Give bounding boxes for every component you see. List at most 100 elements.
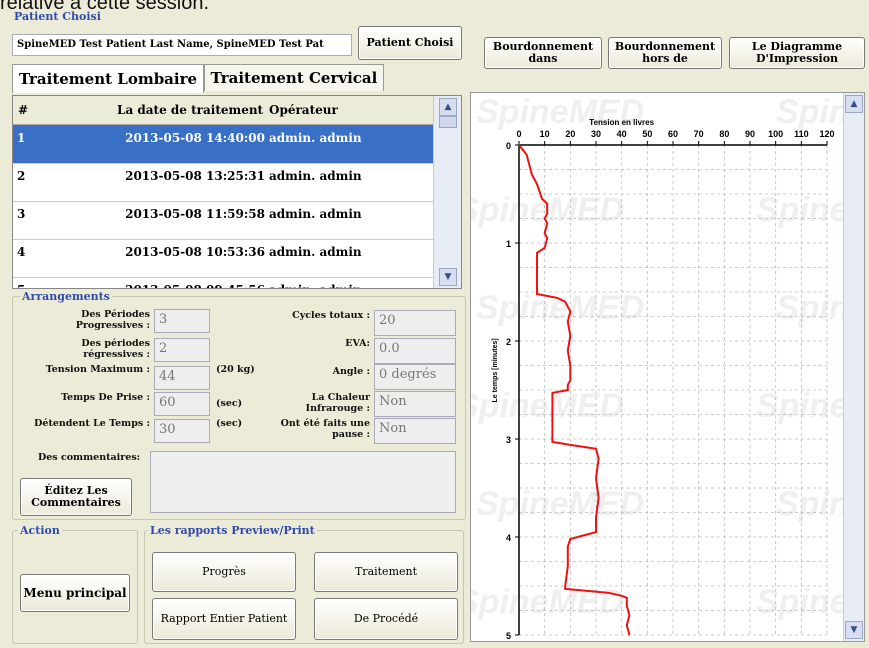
settings-label: Arrangements (20, 290, 112, 303)
chart-panel: SpineMEDSpineMEDSpineMEDSpineMEDSpineMED… (456, 92, 869, 642)
row-operator: admin. admin (269, 283, 362, 288)
watermark-text: SpineMED (476, 485, 644, 523)
row-operator: admin. admin (269, 207, 362, 221)
progressive-periods-field[interactable]: 3 (154, 309, 210, 333)
table-row[interactable]: 5 2013-05-08 09:45:56 admin. admin (13, 277, 433, 288)
header-operator: Opérateur (269, 103, 338, 117)
eva-label: EVA: (345, 338, 370, 349)
row-operator: admin. admin (269, 131, 362, 145)
x-tick-label: 90 (745, 129, 755, 139)
scroll-up-icon[interactable]: ▲ (439, 98, 457, 116)
chart-scrollbar[interactable]: ▲ ▼ (843, 93, 864, 641)
hold-time-field[interactable]: 60 (154, 392, 210, 416)
buzzer-off-button[interactable]: Bourdonnement hors de (608, 37, 722, 69)
treatment-report-button[interactable]: Traitement (314, 552, 458, 592)
print-chart-button[interactable]: Le Diagramme D'Impression (729, 37, 865, 69)
chart-scroll-up-icon[interactable]: ▲ (845, 95, 863, 113)
row-date: 2013-05-08 09:45:56 (103, 283, 265, 288)
edit-comments-button[interactable]: Éditez Les Commentaires (20, 478, 132, 516)
y-tick-label: 0 (506, 141, 511, 151)
header-date: La date de traitement (117, 103, 264, 117)
relax-time-field[interactable]: 30 (154, 419, 210, 443)
x-tick-label: 80 (719, 129, 729, 139)
infrared-field[interactable]: Non (374, 391, 456, 417)
hold-time-label: Temps De Prise : (61, 392, 150, 403)
row-operator: admin. admin (269, 169, 362, 183)
regressive-periods-field[interactable]: 2 (154, 338, 210, 362)
reports-label: Les rapports Preview/Print (148, 524, 317, 537)
paused-field[interactable]: Non (374, 418, 456, 444)
x-tick-label: 10 (540, 129, 550, 139)
table-scrollbar[interactable]: ▲ ▼ (433, 96, 461, 288)
full-patient-report-button[interactable]: Rapport Entier Patient (152, 598, 296, 640)
row-number: 4 (17, 245, 26, 259)
tension-chart: SpineMEDSpineMEDSpineMEDSpineMEDSpineMED… (456, 93, 869, 641)
select-patient-button[interactable]: Patient Choisi (358, 26, 462, 60)
edit-comments-label-2: Commentaires (31, 496, 121, 509)
progress-report-button[interactable]: Progrès (152, 552, 296, 592)
row-date: 2013-05-08 10:53:36 (125, 245, 265, 259)
table-row[interactable]: 3 2013-05-08 11:59:58 admin. admin (13, 201, 433, 240)
row-number: 1 (17, 131, 26, 145)
progressive-periods-label-2: Progressives : (75, 320, 150, 331)
main-menu-button[interactable]: Menu principal (20, 574, 130, 612)
patient-name-field[interactable]: SpineMED Test Patient Last Name, SpineME… (12, 34, 352, 56)
row-number: 3 (17, 207, 26, 221)
y-tick-label: 4 (506, 533, 511, 543)
eva-field[interactable]: 0.0 (374, 338, 456, 364)
x-tick-label: 120 (819, 129, 834, 139)
scroll-thumb[interactable] (439, 116, 457, 128)
patient-group-label: Patient Choisi (12, 10, 103, 23)
action-label: Action (18, 524, 62, 537)
tab-lumbar[interactable]: Traitement Lombaire (12, 64, 204, 93)
treatment-table: # La date de traitement Opérateur 1 2013-… (12, 95, 462, 289)
table-row[interactable]: 1 2013-05-08 14:40:00 admin. admin (13, 125, 433, 164)
table-row[interactable]: 4 2013-05-08 10:53:36 admin. admin (13, 239, 433, 278)
y-tick-label: 5 (506, 631, 511, 641)
row-number: 5 (17, 283, 25, 288)
max-tension-field[interactable]: 44 (154, 366, 210, 390)
relax-time-label: Détendent Le Temps : (34, 418, 150, 429)
paused-label-2: pause : (332, 429, 370, 440)
x-tick-label: 0 (516, 129, 521, 139)
header-number: # (18, 103, 29, 117)
infrared-label-2: Infrarouge : (305, 403, 370, 414)
x-tick-label: 20 (565, 129, 575, 139)
regressive-periods-label-1: Des périodes (81, 338, 150, 349)
print-chart-label-2: D'Impression (755, 52, 839, 65)
watermark-text: SpineMED (471, 583, 624, 621)
angle-field[interactable]: 0 degrés (374, 364, 456, 390)
buzzer-off-label-2: hors de (642, 52, 688, 65)
max-tension-label: Tension Maximum : (45, 364, 150, 375)
angle-label: Angle : (332, 366, 370, 377)
regressive-periods-label-2: régressives : (83, 349, 150, 360)
comments-field[interactable] (150, 451, 456, 513)
x-tick-label: 100 (768, 129, 783, 139)
chart-scroll-down-icon[interactable]: ▼ (845, 621, 863, 639)
progressive-periods-label: Des Périodes Progressives : (20, 309, 150, 331)
y-tick-label: 1 (506, 239, 511, 249)
y-axis-label: Le temps [minutes] (492, 338, 499, 402)
x-tick-label: 40 (617, 129, 627, 139)
tab-cervical[interactable]: Traitement Cervical (204, 64, 384, 91)
paused-label-1: Ont été faits une (280, 418, 370, 429)
buzzer-on-label-2: dans (528, 52, 558, 65)
regressive-periods-label: Des périodes régressives : (20, 338, 150, 360)
total-cycles-field[interactable]: 20 (374, 310, 456, 336)
y-tick-label: 2 (506, 337, 511, 347)
row-date: 2013-05-08 13:25:31 (125, 169, 265, 183)
buzzer-on-button[interactable]: Bourdonnement dans (484, 37, 602, 69)
total-cycles-label: Cycles totaux : (292, 310, 370, 321)
comments-label: Des commentaires: (38, 452, 141, 463)
row-number: 2 (17, 169, 26, 183)
y-tick-label: 3 (506, 435, 511, 445)
infrared-label: La Chaleur Infrarouge : (250, 392, 370, 414)
chart-title: Tension en livres (589, 118, 654, 127)
row-date: 2013-05-08 14:40:00 (125, 131, 265, 145)
scroll-down-icon[interactable]: ▼ (439, 268, 457, 286)
infrared-label-1: La Chaleur (311, 392, 370, 403)
x-tick-label: 70 (694, 129, 704, 139)
row-date: 2013-05-08 11:59:58 (125, 207, 265, 221)
procedure-report-button[interactable]: De Procédé (314, 598, 458, 640)
table-row[interactable]: 2 2013-05-08 13:25:31 admin. admin (13, 163, 433, 202)
